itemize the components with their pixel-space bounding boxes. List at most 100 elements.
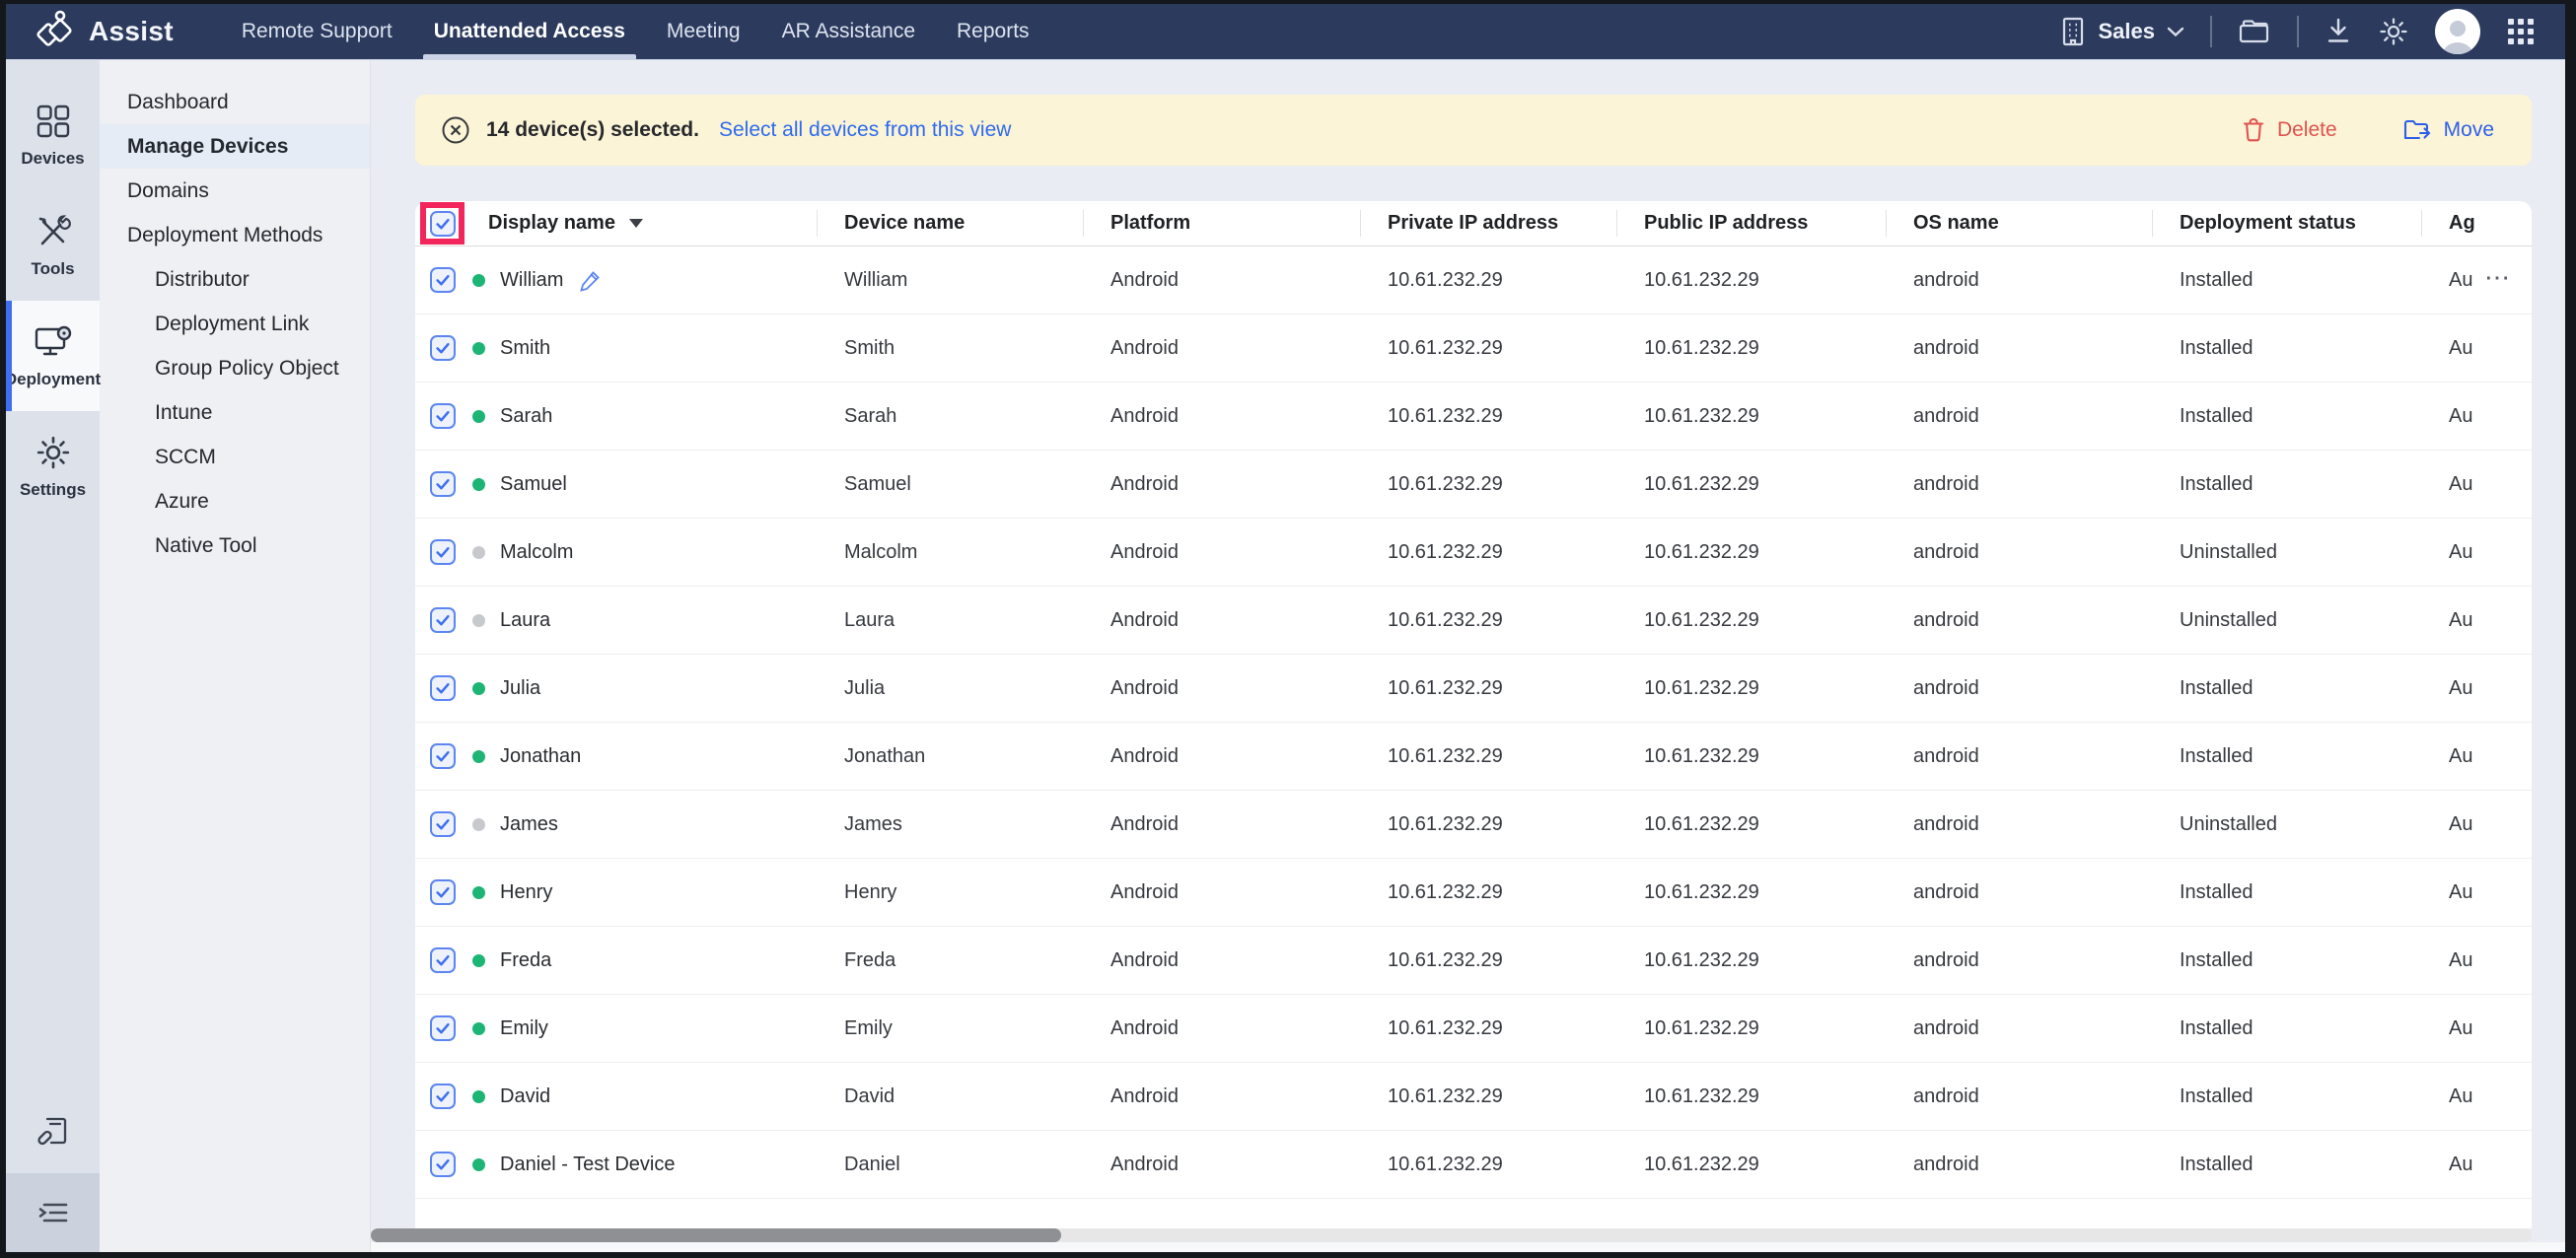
gear-icon[interactable] — [2378, 16, 2409, 47]
agent-cell: Au — [2421, 541, 2532, 564]
public-ip-cell: 10.61.232.29 — [1616, 745, 1886, 768]
platform-cell: Android — [1083, 269, 1360, 292]
private-ip-cell: 10.61.232.29 — [1360, 677, 1616, 700]
row-checkbox[interactable] — [430, 879, 456, 905]
os-name-cell: android — [1886, 337, 2152, 360]
device-display-name: James — [500, 813, 558, 836]
edit-name-icon[interactable] — [579, 268, 603, 292]
deployment-status-cell: Installed — [2152, 473, 2421, 496]
settings-icon — [35, 434, 72, 471]
org-picker[interactable]: Sales — [2059, 16, 2185, 47]
table-row: FredaFredaAndroid10.61.232.2910.61.232.2… — [415, 927, 2532, 995]
horizontal-scrollbar[interactable] — [371, 1228, 2532, 1242]
online-status-dot — [472, 1158, 485, 1171]
row-checkbox[interactable] — [430, 267, 456, 293]
sidebar-item-azure[interactable]: Azure — [100, 479, 370, 524]
avatar[interactable] — [2435, 9, 2480, 54]
select-all-checkbox[interactable] — [430, 211, 456, 237]
nav-tab-unattended-access[interactable]: Unattended Access — [413, 4, 646, 59]
row-checkbox[interactable] — [430, 607, 456, 633]
public-ip-cell: 10.61.232.29 — [1616, 609, 1886, 632]
sidebar-item-deployment-link[interactable]: Deployment Link — [100, 302, 370, 346]
horizontal-scrollbar-thumb[interactable] — [371, 1228, 1061, 1242]
private-ip-cell: 10.61.232.29 — [1360, 949, 1616, 972]
device-display-name: Smith — [500, 337, 550, 360]
private-ip-cell: 10.61.232.29 — [1360, 609, 1616, 632]
sidebar-item-manage-devices[interactable]: Manage Devices — [100, 124, 370, 169]
device-name-cell: Smith — [817, 337, 1083, 360]
nav-tab-ar-assistance[interactable]: AR Assistance — [761, 4, 936, 59]
left-rail: Devices Tools Deployment Settings — [6, 60, 100, 1252]
sidebar-item-sccm[interactable]: SCCM — [100, 435, 370, 479]
display-name-cell: David — [415, 1083, 817, 1109]
deployment-status-cell: Installed — [2152, 1085, 2421, 1108]
rail-bottom — [6, 1088, 100, 1252]
sidebar-item-dashboard[interactable]: Dashboard — [100, 80, 370, 124]
row-checkbox[interactable] — [430, 743, 456, 769]
table-header: Display name Device name Platform Privat… — [415, 201, 2532, 246]
rail-item-settings[interactable]: Settings — [6, 411, 100, 522]
select-all-link[interactable]: Select all devices from this view — [719, 118, 1011, 142]
nav-tab-remote-support[interactable]: Remote Support — [221, 4, 413, 59]
nav-right: Sales — [2059, 9, 2566, 54]
device-display-name: Laura — [500, 609, 550, 632]
tools-icon — [35, 213, 72, 250]
rail-item-label: Tools — [31, 259, 74, 279]
folder-icon[interactable] — [2238, 18, 2271, 45]
sidebar-item-group-policy-object[interactable]: Group Policy Object — [100, 346, 370, 390]
row-checkbox[interactable] — [430, 335, 456, 361]
row-checkbox[interactable] — [430, 471, 456, 497]
move-button[interactable]: Move — [2402, 117, 2494, 143]
column-header-display-name[interactable]: Display name — [415, 201, 817, 245]
display-name-cell: Samuel — [415, 471, 817, 497]
brand[interactable]: Assist — [6, 10, 195, 53]
os-name-cell: android — [1886, 813, 2152, 836]
sidebar-item-deployment-methods[interactable]: Deployment Methods — [100, 213, 370, 257]
delete-button[interactable]: Delete — [2242, 117, 2337, 143]
nav-tab-meeting[interactable]: Meeting — [646, 4, 761, 59]
rail-item-tools[interactable]: Tools — [6, 190, 100, 301]
row-checkbox[interactable] — [430, 947, 456, 973]
nav-tab-reports[interactable]: Reports — [936, 4, 1050, 59]
row-checkbox[interactable] — [430, 539, 456, 565]
move-label: Move — [2444, 118, 2494, 142]
os-name-cell: android — [1886, 405, 2152, 428]
apps-grid-icon[interactable] — [2506, 17, 2536, 46]
display-name-cell: Sarah — [415, 403, 817, 429]
row-checkbox[interactable] — [430, 1083, 456, 1109]
download-icon[interactable] — [2325, 17, 2352, 46]
collapse-sidebar-icon[interactable] — [6, 1173, 100, 1252]
rail-item-deployment[interactable]: Deployment — [6, 301, 100, 411]
column-header-device-name: Device name — [817, 201, 1083, 245]
sidebar-item-intune[interactable]: Intune — [100, 390, 370, 435]
row-checkbox[interactable] — [430, 1152, 456, 1177]
row-checkbox[interactable] — [430, 811, 456, 837]
os-name-cell: android — [1886, 473, 2152, 496]
device-display-name: Freda — [500, 949, 551, 972]
column-header-private-ip: Private IP address — [1360, 201, 1616, 245]
sidebar-item-distributor[interactable]: Distributor — [100, 257, 370, 302]
row-checkbox[interactable] — [430, 675, 456, 701]
rail-item-label: Settings — [20, 480, 86, 500]
row-actions-menu-icon[interactable]: ⋯ — [2484, 262, 2512, 293]
trash-icon — [2242, 117, 2265, 143]
row-checkbox[interactable] — [430, 1015, 456, 1041]
org-building-icon — [2059, 16, 2087, 47]
feedback-note-icon[interactable] — [6, 1088, 100, 1173]
device-display-name: David — [500, 1085, 550, 1108]
sidebar-item-domains[interactable]: Domains — [100, 169, 370, 213]
column-header-deployment-status: Deployment status — [2152, 201, 2421, 245]
selection-count: 14 device(s) selected. — [486, 118, 699, 142]
assist-logo-icon — [36, 10, 77, 53]
clear-selection-icon[interactable] — [441, 115, 470, 145]
offline-status-dot — [472, 818, 485, 831]
device-display-name: Samuel — [500, 473, 567, 496]
sidebar-item-native-tool[interactable]: Native Tool — [100, 524, 370, 568]
sort-caret-icon — [629, 219, 643, 228]
deployment-status-cell: Installed — [2152, 337, 2421, 360]
public-ip-cell: 10.61.232.29 — [1616, 405, 1886, 428]
platform-cell: Android — [1083, 949, 1360, 972]
rail-item-devices[interactable]: Devices — [6, 80, 100, 190]
platform-cell: Android — [1083, 881, 1360, 904]
row-checkbox[interactable] — [430, 403, 456, 429]
